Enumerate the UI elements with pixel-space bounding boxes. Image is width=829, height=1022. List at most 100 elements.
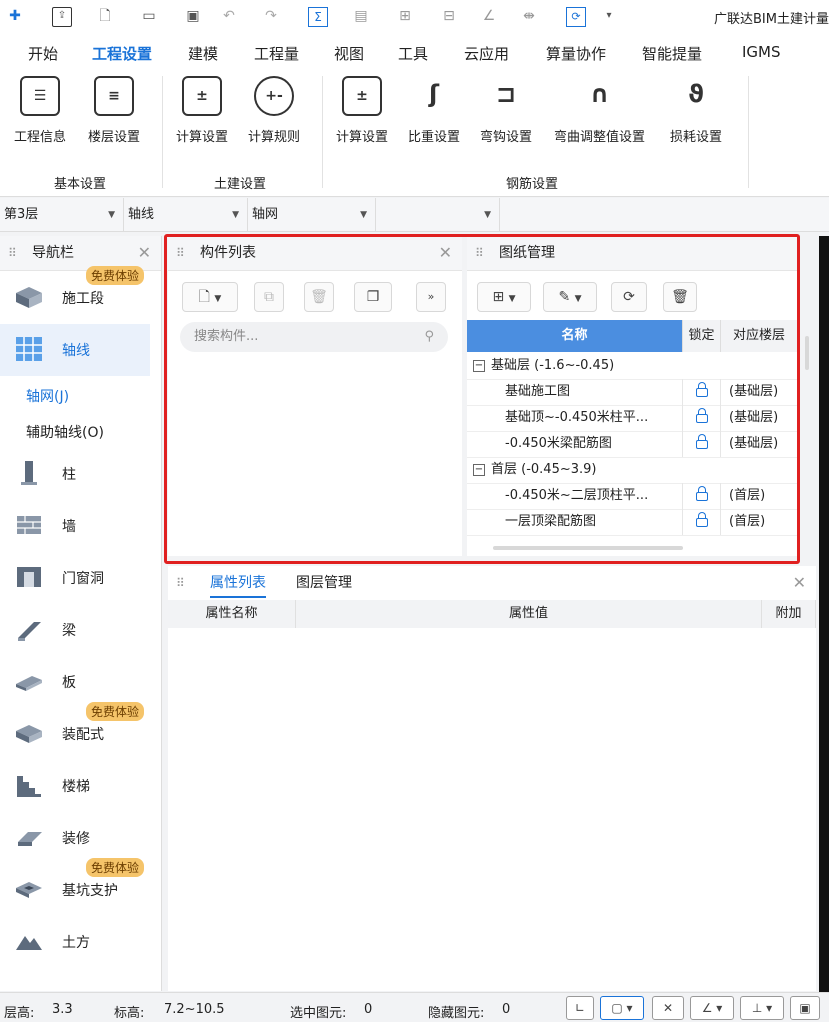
nav-item-foundation-pit[interactable]: 基坑支护 免费体验 xyxy=(0,858,150,916)
nav-item-label: 门窗洞 xyxy=(62,571,104,587)
nav-item-construction-segment[interactable]: 施工段 免费体验 xyxy=(0,266,150,324)
open-folder-icon[interactable]: ▭ xyxy=(140,7,158,25)
group-separator xyxy=(162,76,163,188)
column-header-property-value[interactable]: 属性值 xyxy=(296,600,762,628)
calc-settings-icon: ± xyxy=(182,76,222,116)
selected-elements-value: 0 xyxy=(364,1002,373,1017)
tab-quantities[interactable]: 工程量 xyxy=(254,43,299,64)
bend-adjust-icon: ∩ xyxy=(589,80,610,108)
layout-icon[interactable]: ▤ xyxy=(352,7,370,25)
drag-grip-icon[interactable]: ⠿ xyxy=(8,236,17,270)
title-bar: ✚ ⇪ 🗋 ▭ ▣ ↶ ↷ Σ ▤ ⊞ ⊟ ∠ ⇼ ⟳ ▾ 广联达BIM土建计量 xyxy=(0,0,829,34)
tab-cloud[interactable]: 云应用 xyxy=(464,43,509,64)
nav-item-decoration[interactable]: 装修 xyxy=(0,812,150,864)
rebar-calc-settings-label: 计算设置 xyxy=(336,130,389,145)
layer-display-icon[interactable]: ▣ xyxy=(790,996,820,1020)
calc-rules-label: 计算规则 xyxy=(248,130,301,145)
group-label-rebar: 钢筋设置 xyxy=(506,177,559,192)
floor-settings-label: 楼层设置 xyxy=(88,130,141,145)
tab-layer-management[interactable]: 图层管理 xyxy=(296,566,352,600)
sum-icon[interactable]: Σ xyxy=(308,7,328,27)
nav-item-wall[interactable]: 墙 xyxy=(0,500,150,552)
category-select[interactable]: 轴线 ▼ xyxy=(124,198,248,232)
density-settings-button[interactable]: ʃ 比重设置 xyxy=(408,76,460,145)
nav-item-label: 装配式 xyxy=(62,727,104,743)
close-icon[interactable]: ✕ xyxy=(793,566,806,600)
nav-item-door-window[interactable]: 门窗洞 xyxy=(0,552,150,604)
slab-icon xyxy=(16,676,42,691)
selector-bar: 第3层 ▼ 轴线 ▼ 轴网 ▼ ▼ xyxy=(0,198,829,232)
nav-item-label: 土方 xyxy=(62,935,90,951)
column-header-extra[interactable]: 附加 xyxy=(762,600,816,628)
tab-project-settings[interactable]: 工程设置 xyxy=(92,43,153,73)
element-select[interactable]: 轴网 ▼ xyxy=(248,198,376,232)
bend-adjust-button[interactable]: ∩ 弯曲调整值设置 xyxy=(554,76,645,145)
nav-item-column[interactable]: 柱 xyxy=(0,448,150,500)
table-icon[interactable]: ⊞ xyxy=(396,7,414,25)
nav-item-earthwork[interactable]: 土方 xyxy=(0,916,150,968)
nav-item-beam[interactable]: 梁 xyxy=(0,604,150,656)
grid-axis-icon xyxy=(16,337,42,361)
sync-icon[interactable]: ⟳ xyxy=(566,7,586,27)
nav-item-label: 基坑支护 xyxy=(62,883,118,899)
extra-select[interactable]: ▼ xyxy=(376,198,500,232)
nav-item-label: 墙 xyxy=(62,519,76,535)
hook-settings-button[interactable]: ⊐ 弯钩设置 xyxy=(480,76,532,145)
undo-icon[interactable]: ↶ xyxy=(220,7,238,25)
tab-property-list[interactable]: 属性列表 xyxy=(210,566,266,598)
snap-mode-icon[interactable]: ▢ ▾ xyxy=(600,996,644,1020)
sub-item-grid[interactable]: 轴网(J) xyxy=(26,386,69,406)
new-file-icon[interactable]: 🗋 xyxy=(96,7,114,25)
density-settings-label: 比重设置 xyxy=(408,130,461,145)
floor-height-label: 层高: xyxy=(4,1006,35,1021)
free-trial-badge: 免费体验 xyxy=(86,702,145,721)
close-icon[interactable]: ✕ xyxy=(138,236,151,270)
group-icon[interactable]: ⊟ xyxy=(440,7,458,25)
tab-igms[interactable]: IGMS xyxy=(742,43,781,61)
nav-item-slab[interactable]: 板 xyxy=(0,656,150,708)
project-info-button[interactable]: ☰ 工程信息 xyxy=(14,76,66,145)
drawing-canvas[interactable] xyxy=(819,236,829,992)
project-info-label: 工程信息 xyxy=(14,130,67,145)
group-separator xyxy=(748,76,749,188)
stair-icon xyxy=(17,776,41,797)
tab-collaboration[interactable]: 算量协作 xyxy=(546,43,606,64)
tab-tools[interactable]: 工具 xyxy=(398,43,428,64)
navigation-panel: ⠿ 导航栏 ✕ 施工段 免费体验 轴线 轴网(J) 辅助轴线(O) 柱 墙 门窗… xyxy=(0,236,162,991)
sub-item-aux-axis[interactable]: 辅助轴线(O) xyxy=(26,422,104,442)
offset-icon[interactable]: ⊥ ▾ xyxy=(740,996,784,1020)
loss-settings-icon: ϑ xyxy=(688,80,704,108)
tab-view[interactable]: 视图 xyxy=(334,43,364,64)
floor-select[interactable]: 第3层 ▼ xyxy=(0,198,124,232)
vertical-scrollbar[interactable] xyxy=(805,336,809,370)
loss-settings-button[interactable]: ϑ 损耗设置 xyxy=(670,76,722,145)
drag-grip-icon[interactable]: ⠿ xyxy=(176,566,185,600)
tab-start[interactable]: 开始 xyxy=(28,43,58,64)
nav-item-label: 楼梯 xyxy=(62,779,90,795)
density-settings-icon: ʃ xyxy=(429,80,439,108)
calc-rules-button[interactable]: +- 计算规则 xyxy=(248,76,300,145)
nav-title: 导航栏 xyxy=(32,245,74,261)
align-icon[interactable]: ⇼ xyxy=(520,7,538,25)
civil-calc-settings-button[interactable]: ± 计算设置 xyxy=(176,76,228,145)
nav-item-prefab[interactable]: 装配式 免费体验 xyxy=(0,702,150,760)
import-icon[interactable]: ⇪ xyxy=(52,7,72,27)
cross-icon[interactable]: ✕ xyxy=(652,996,684,1020)
save-icon[interactable]: ▣ xyxy=(184,7,202,25)
floor-settings-button[interactable]: ≡ 楼层设置 xyxy=(88,76,140,145)
nav-item-stair[interactable]: 楼梯 xyxy=(0,760,150,812)
app-title: 广联达BIM土建计量 xyxy=(714,12,829,27)
tab-smart-extract[interactable]: 智能提量 xyxy=(642,43,702,64)
tab-modeling[interactable]: 建模 xyxy=(188,43,218,64)
rebar-calc-settings-icon: ± xyxy=(342,76,382,116)
chevron-down-icon: ▼ xyxy=(232,210,239,220)
measure-icon[interactable]: ∠ xyxy=(480,7,498,25)
column-header-property-name[interactable]: 属性名称 xyxy=(168,600,296,628)
rebar-calc-settings-button[interactable]: ± 计算设置 xyxy=(336,76,388,145)
nav-item-axis[interactable]: 轴线 xyxy=(0,324,150,376)
redo-icon[interactable]: ↷ xyxy=(262,7,280,25)
customize-toolbar-icon[interactable]: ▾ xyxy=(600,7,618,25)
angle-icon[interactable]: ∠ ▾ xyxy=(690,996,734,1020)
project-info-icon: ☰ xyxy=(20,76,60,116)
ortho-mode-icon[interactable]: ∟ xyxy=(566,996,594,1020)
